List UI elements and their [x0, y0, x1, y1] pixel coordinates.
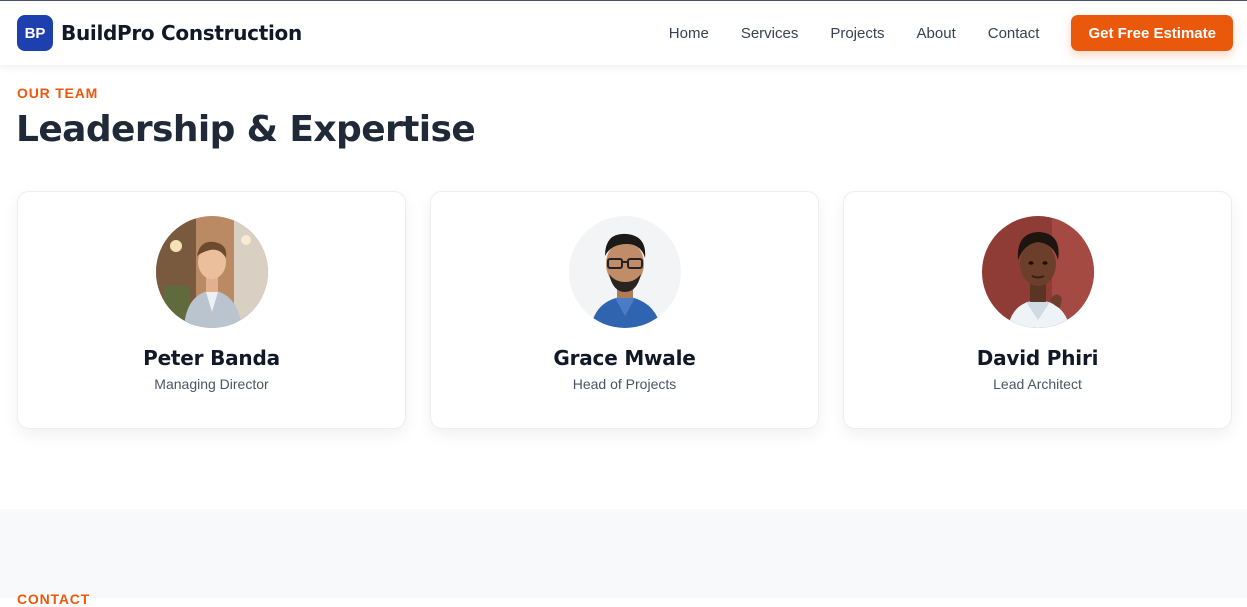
contact-eyebrow: CONTACT: [17, 591, 90, 607]
member-role: Lead Architect: [993, 376, 1082, 392]
main-nav: Home Services Projects About Contact: [669, 25, 1040, 42]
nav-link-contact[interactable]: Contact: [988, 25, 1040, 42]
person-photo-icon: [981, 216, 1094, 328]
brand-name: BuildPro Construction: [61, 21, 302, 45]
person-photo-icon: [155, 216, 268, 328]
nav-link-projects[interactable]: Projects: [830, 25, 884, 42]
team-eyebrow: OUR TEAM: [17, 85, 99, 101]
brand[interactable]: BP BuildPro Construction: [17, 15, 302, 51]
logo-badge: BP: [17, 15, 53, 51]
site-header: BP BuildPro Construction Home Services P…: [0, 1, 1247, 65]
member-role: Head of Projects: [572, 376, 677, 392]
member-role: Managing Director: [154, 376, 269, 392]
contact-section: CONTACT: [0, 509, 1247, 607]
team-card: Grace Mwale Head of Projects: [430, 191, 819, 429]
avatar: [155, 216, 268, 328]
person-photo-icon: [568, 216, 681, 328]
nav-link-about[interactable]: About: [917, 25, 956, 42]
team-cards: Peter Banda Managing Director Grace Mwal…: [17, 191, 1232, 429]
team-card: Peter Banda Managing Director: [17, 191, 406, 429]
nav-link-services[interactable]: Services: [741, 25, 799, 42]
avatar: [981, 216, 1094, 328]
member-name: David Phiri: [976, 346, 1099, 370]
team-section: OUR TEAM Leadership & Expertise Peter Ba…: [0, 65, 1247, 509]
team-title: Leadership & Expertise: [16, 109, 476, 150]
member-name: Peter Banda: [143, 346, 280, 370]
get-free-estimate-button[interactable]: Get Free Estimate: [1071, 15, 1233, 51]
team-card: David Phiri Lead Architect: [843, 191, 1232, 429]
nav-link-home[interactable]: Home: [669, 25, 709, 42]
member-name: Grace Mwale: [553, 346, 696, 370]
avatar: [568, 216, 681, 328]
